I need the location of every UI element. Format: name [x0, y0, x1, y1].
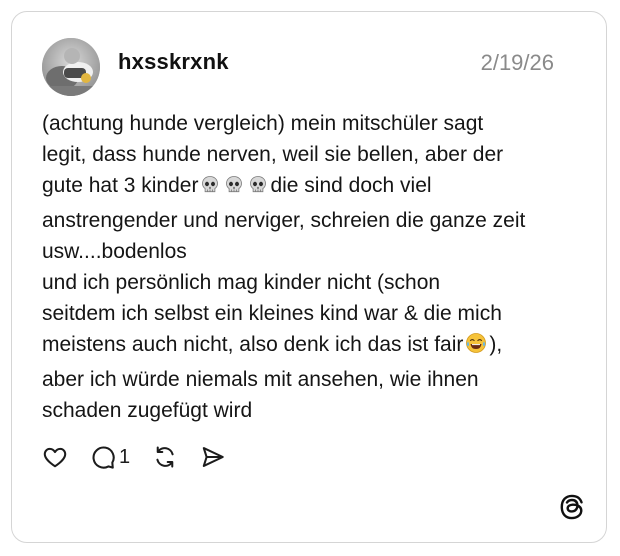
post-text-line: (achtung hunde vergleich) mein mitschüle… — [42, 112, 484, 135]
reply-button[interactable]: 1 — [90, 444, 130, 470]
post-text-line: schaden zugefügt wird — [42, 398, 253, 422]
skull-emoji — [248, 173, 268, 204]
post-text-line: seitdem ich selbst ein kleines kind war … — [42, 302, 502, 326]
post-text-line: gute hat 3 kinder die sind doch viel — [42, 170, 590, 204]
post-text-segment: die sind doch viel — [270, 174, 432, 198]
avatar[interactable] — [42, 38, 100, 96]
post-date: 2/19/26 — [480, 50, 554, 75]
post-text-segment: gute hat 3 kinder — [42, 174, 199, 198]
repost-button[interactable] — [152, 444, 178, 470]
post-text-line: usw....bodenlos — [42, 239, 187, 263]
reply-count: 1 — [119, 445, 131, 468]
repost-icon — [156, 446, 174, 468]
post-text-line: aber ich würde niemals mit ansehen, wie … — [42, 367, 479, 391]
share-button[interactable] — [200, 444, 226, 470]
username[interactable]: hxsskrxnk — [118, 49, 229, 75]
post-text-line: anstrengender und nerviger, schreien die… — [42, 208, 526, 232]
skull-emoji — [200, 173, 220, 204]
post-text-line: meistens auch nicht, also denk ich das i… — [42, 329, 590, 363]
send-icon — [202, 447, 224, 467]
post-text-segment: meistens auch nicht, also denk ich das i… — [42, 333, 464, 357]
threads-logo-icon — [558, 493, 586, 521]
avatar-image — [42, 38, 100, 96]
post-text-segment: ), — [489, 333, 503, 357]
post-text: (achtung hunde vergleich) mein mitschüle… — [42, 108, 590, 426]
post-card: hxsskrxnk 2/19/26 (achtung hunde verglei… — [11, 11, 607, 543]
post-text-line: und ich persönlich mag kinder nicht (sch… — [42, 271, 441, 295]
post-text-line: legit, dass hunde nerven, weil sie belle… — [42, 143, 504, 167]
skull-emoji — [224, 173, 244, 204]
comment-icon — [92, 446, 115, 469]
heart-icon — [43, 447, 67, 468]
like-button[interactable] — [42, 444, 68, 470]
face-with-tears-of-joy-emoji — [465, 332, 487, 363]
action-bar: 1 — [42, 443, 248, 471]
